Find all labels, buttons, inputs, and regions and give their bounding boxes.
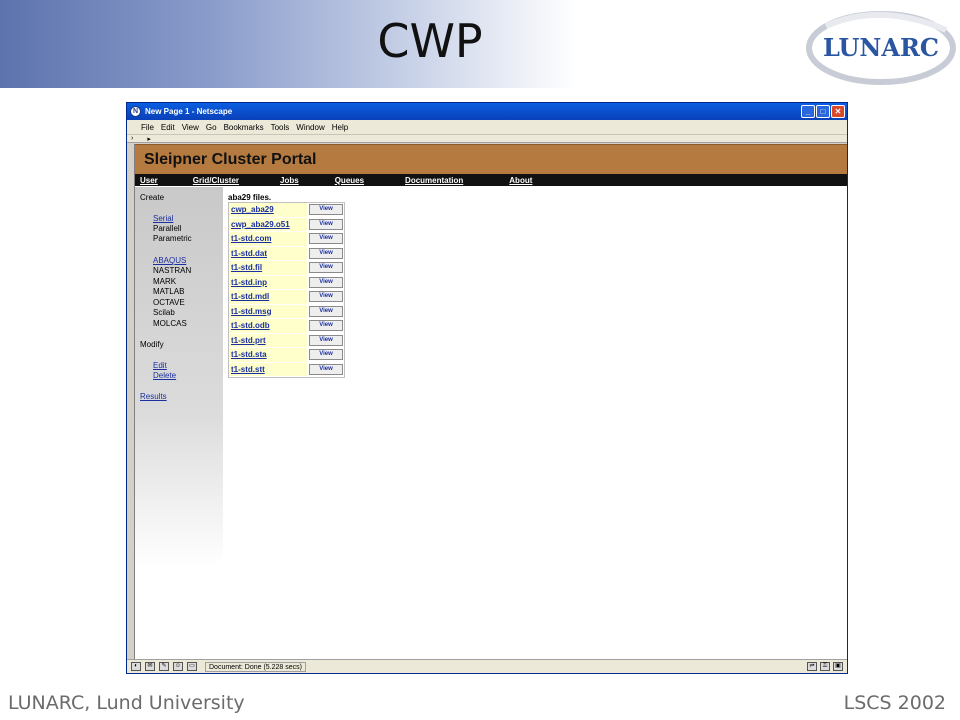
file-row: cwp_aba29.o51 View [229, 217, 344, 232]
navigator-icon[interactable]: ◐ [131, 662, 141, 671]
sidebar-modify-label: Modify [140, 340, 164, 349]
sidebar-item-serial[interactable]: Serial [153, 214, 173, 223]
file-row: t1-std.odb View [229, 319, 344, 334]
file-row: cwp_aba29 View [229, 203, 344, 218]
file-link[interactable]: cwp_aba29.o51 [229, 217, 307, 231]
files-table: cwp_aba29 View cwp_aba29.o51 View t1-std.com… [228, 202, 345, 378]
nav-queues[interactable]: Queues [335, 176, 364, 185]
sidebar-create-label: Create [140, 193, 165, 202]
netscape-icon: N [130, 106, 141, 117]
view-button[interactable]: View [309, 204, 343, 216]
sidebar-item-scilab: Scilab [153, 308, 175, 317]
nav-user[interactable]: User [140, 176, 158, 185]
menu-file[interactable]: File [141, 123, 154, 132]
portal-nav: User Grid/Cluster Jobs Queues Documentat… [135, 174, 847, 186]
view-button[interactable]: View [309, 334, 343, 346]
nav-jobs[interactable]: Jobs [280, 176, 299, 185]
view-button[interactable]: View [309, 276, 343, 288]
menu-bookmarks[interactable]: Bookmarks [224, 123, 264, 132]
file-row: t1-std.inp View [229, 275, 344, 290]
close-icon[interactable]: ✕ [831, 105, 845, 118]
sidebar-item-nastran: NASTRAN [153, 266, 192, 275]
footer-right: LSCS 2002 [843, 692, 946, 714]
view-button[interactable]: View [309, 291, 343, 303]
chat-icon[interactable]: ▭ [187, 662, 197, 671]
file-row: t1-std.msg View [229, 304, 344, 319]
nav-documentation[interactable]: Documentation [405, 176, 463, 185]
menu-help[interactable]: Help [332, 123, 348, 132]
file-link[interactable]: t1-std.dat [229, 246, 307, 260]
security-lock-icon[interactable]: ⚿ [820, 662, 830, 671]
sidebar-item-parametric: Parametric [153, 234, 192, 243]
files-title: aba29 files. [228, 193, 272, 202]
page-content: Sleipner Cluster Portal User Grid/Cluste… [134, 144, 847, 660]
mail-icon[interactable]: ✉ [145, 662, 155, 671]
sidebar-item-results[interactable]: Results [140, 392, 167, 401]
view-button[interactable]: View [309, 247, 343, 259]
view-button[interactable]: View [309, 233, 343, 245]
file-link[interactable]: t1-std.sta [229, 348, 307, 362]
window-title: New Page 1 - Netscape [145, 107, 233, 116]
file-row: t1-std.dat View [229, 246, 344, 261]
file-row: t1-std.mdl View [229, 290, 344, 305]
file-row: t1-std.sta View [229, 348, 344, 363]
status-text: Document: Done (5.228 secs) [205, 661, 306, 672]
navigation-toolbar: › ▸ [127, 134, 847, 143]
menu-window[interactable]: Window [296, 123, 324, 132]
file-link[interactable]: t1-std.msg [229, 304, 307, 318]
file-link[interactable]: t1-std.odb [229, 319, 307, 333]
lunarc-logo: LUNARC [806, 11, 956, 85]
sidebar-item-mark: MARK [153, 277, 177, 286]
composer-icon[interactable]: ✎ [159, 662, 169, 671]
status-bar: ◐ ✉ ✎ ☺ ▭ Document: Done (5.228 secs) ⇌ … [127, 659, 847, 673]
file-link[interactable]: cwp_aba29 [229, 203, 307, 217]
status-right-icons: ⇌ ⚿ ▣ [807, 662, 847, 671]
menu-view[interactable]: View [182, 123, 199, 132]
minimize-icon[interactable]: _ [801, 105, 815, 118]
file-link[interactable]: t1-std.mdl [229, 290, 307, 304]
sidebar-item-parallell: Parallell [153, 224, 182, 233]
sidebar-item-molcas: MOLCAS [153, 319, 187, 328]
toolbar-collapse-arrow-icon[interactable]: › [131, 135, 133, 142]
file-link[interactable]: t1-std.stt [229, 362, 307, 376]
file-row: t1-std.com View [229, 232, 344, 247]
maximize-icon[interactable]: □ [816, 105, 830, 118]
file-link[interactable]: t1-std.com [229, 232, 307, 246]
menubar: File Edit View Go Bookmarks Tools Window… [127, 120, 847, 134]
address-book-icon[interactable]: ☺ [173, 662, 183, 671]
file-link[interactable]: t1-std.inp [229, 275, 307, 289]
portal-title: Sleipner Cluster Portal [135, 144, 847, 174]
file-link[interactable]: t1-std.fil [229, 261, 307, 275]
logo-text: LUNARC [823, 33, 939, 62]
view-button[interactable]: View [309, 262, 343, 274]
view-button[interactable]: View [309, 349, 343, 361]
menu-go[interactable]: Go [206, 123, 217, 132]
view-button[interactable]: View [309, 320, 343, 332]
popup-icon[interactable]: ▣ [833, 662, 843, 671]
sidebar-item-abaqus[interactable]: ABAQUS [153, 256, 186, 265]
window-controls: _ □ ✕ [801, 105, 847, 118]
sidebar-item-delete[interactable]: Delete [153, 371, 176, 380]
menu-edit[interactable]: Edit [161, 123, 175, 132]
window-titlebar[interactable]: N New Page 1 - Netscape _ □ ✕ [127, 103, 847, 120]
sidebar: Create Serial Parallell Parametric ABAQU… [135, 187, 223, 567]
file-row: t1-std.stt View [229, 362, 344, 377]
connection-icon: ⇌ [807, 662, 817, 671]
view-button[interactable]: View [309, 363, 343, 375]
nav-about[interactable]: About [509, 176, 532, 185]
slide-title: CWP [377, 14, 483, 68]
view-button[interactable]: View [309, 305, 343, 317]
file-row: t1-std.fil View [229, 261, 344, 276]
sidebar-item-matlab: MATLAB [153, 287, 185, 296]
file-link[interactable]: t1-std.prt [229, 333, 307, 347]
file-row: t1-std.prt View [229, 333, 344, 348]
footer-left: LUNARC, Lund University [8, 692, 245, 714]
menu-tools[interactable]: Tools [271, 123, 290, 132]
toolbar-expand-arrow-icon[interactable]: ▸ [147, 135, 151, 143]
view-button[interactable]: View [309, 218, 343, 230]
sidebar-item-edit[interactable]: Edit [153, 361, 167, 370]
nav-grid-cluster[interactable]: Grid/Cluster [193, 176, 239, 185]
sidebar-item-octave: OCTAVE [153, 298, 185, 307]
browser-window: N New Page 1 - Netscape _ □ ✕ File Edit … [126, 102, 848, 674]
